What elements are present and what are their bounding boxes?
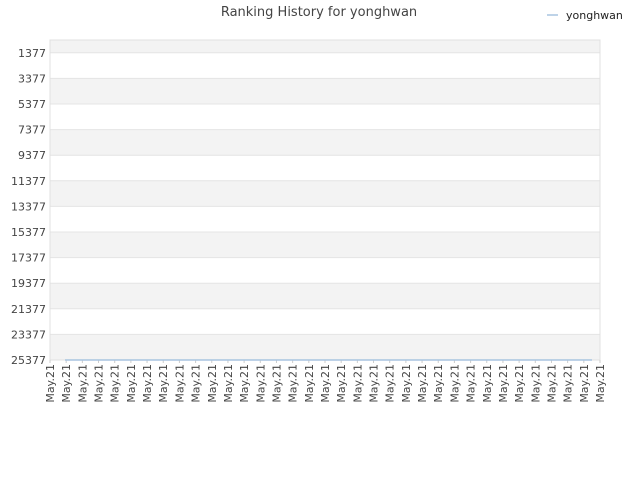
x-tick-label: May.21 xyxy=(481,364,494,403)
x-tick-label: May.21 xyxy=(545,364,558,403)
ranking-chart: Ranking History for yonghwan yonghwan 13… xyxy=(11,5,623,403)
plot-band xyxy=(50,334,600,360)
x-tick-label: May.21 xyxy=(368,364,381,403)
x-tick-label: May.21 xyxy=(141,364,154,403)
x-tick-label: May.21 xyxy=(400,364,413,403)
plot-band xyxy=(50,40,600,53)
x-tick-label: May.21 xyxy=(173,364,186,403)
y-tick-label: 21377 xyxy=(11,303,46,316)
x-tick-label: May.21 xyxy=(432,364,445,403)
x-tick-label: May.21 xyxy=(448,364,461,403)
x-tick-label: May.21 xyxy=(190,364,203,403)
y-tick-label: 3377 xyxy=(18,72,46,85)
x-tick-label: May.21 xyxy=(465,364,478,403)
x-axis-ticks: May.21 May.21 May.21 May.21 May.21 May.21 May.… xyxy=(44,360,607,403)
y-tick-label: 19377 xyxy=(11,277,46,290)
y-tick-label: 23377 xyxy=(11,328,46,341)
y-tick-label: 17377 xyxy=(11,252,46,265)
x-tick-label: May.21 xyxy=(529,364,542,403)
plot-band xyxy=(50,180,600,207)
plot-band xyxy=(50,232,600,258)
x-tick-label: May.21 xyxy=(125,364,138,403)
x-tick-label: May.21 xyxy=(351,364,364,403)
x-tick-label: May.21 xyxy=(206,364,219,403)
plot-band xyxy=(50,104,600,130)
y-tick-label: 1377 xyxy=(18,47,46,60)
x-tick-label: May.21 xyxy=(157,364,170,403)
x-tick-label: May.21 xyxy=(93,364,106,403)
y-axis-ticks: 1377 3377 5377 7377 9377 11377 13377 15377 17377… xyxy=(11,47,46,367)
y-tick-label: 25377 xyxy=(11,354,46,367)
plot-band xyxy=(50,308,600,335)
x-tick-label: May.21 xyxy=(319,364,332,403)
x-tick-label: May.21 xyxy=(303,364,316,403)
y-tick-label: 15377 xyxy=(11,226,46,239)
x-tick-label: May.21 xyxy=(562,364,575,403)
x-tick-label: May.21 xyxy=(594,364,607,403)
x-tick-label: May.21 xyxy=(578,364,591,403)
plot-band xyxy=(50,155,600,181)
plot-band xyxy=(50,257,600,284)
chart-title: Ranking History for yonghwan xyxy=(221,5,417,20)
legend: yonghwan xyxy=(547,9,623,22)
y-tick-label: 5377 xyxy=(18,98,46,111)
x-tick-label: May.21 xyxy=(513,364,526,403)
y-tick-label: 9377 xyxy=(18,149,46,162)
x-tick-label: May.21 xyxy=(76,364,89,403)
x-tick-label: May.21 xyxy=(270,364,283,403)
plot-band xyxy=(50,78,600,104)
x-tick-label: May.21 xyxy=(335,364,348,403)
plot-band xyxy=(50,129,600,156)
x-tick-label: May.21 xyxy=(384,364,397,403)
x-tick-label: May.21 xyxy=(44,364,57,403)
x-tick-label: May.21 xyxy=(287,364,300,403)
x-tick-label: May.21 xyxy=(416,364,429,403)
y-tick-label: 11377 xyxy=(11,175,46,188)
y-tick-label: 13377 xyxy=(11,200,46,213)
plot-band xyxy=(50,52,600,79)
plot-band xyxy=(50,206,600,232)
x-tick-label: May.21 xyxy=(238,364,251,403)
x-tick-label: May.21 xyxy=(254,364,267,403)
x-tick-label: May.21 xyxy=(109,364,122,403)
x-tick-label: May.21 xyxy=(60,364,73,403)
x-tick-label: May.21 xyxy=(497,364,510,403)
y-tick-label: 7377 xyxy=(18,124,46,137)
plot-band xyxy=(50,283,600,309)
legend-label-yonghwan: yonghwan xyxy=(566,9,623,22)
x-tick-label: May.21 xyxy=(222,364,235,403)
plot-bands xyxy=(50,40,600,360)
